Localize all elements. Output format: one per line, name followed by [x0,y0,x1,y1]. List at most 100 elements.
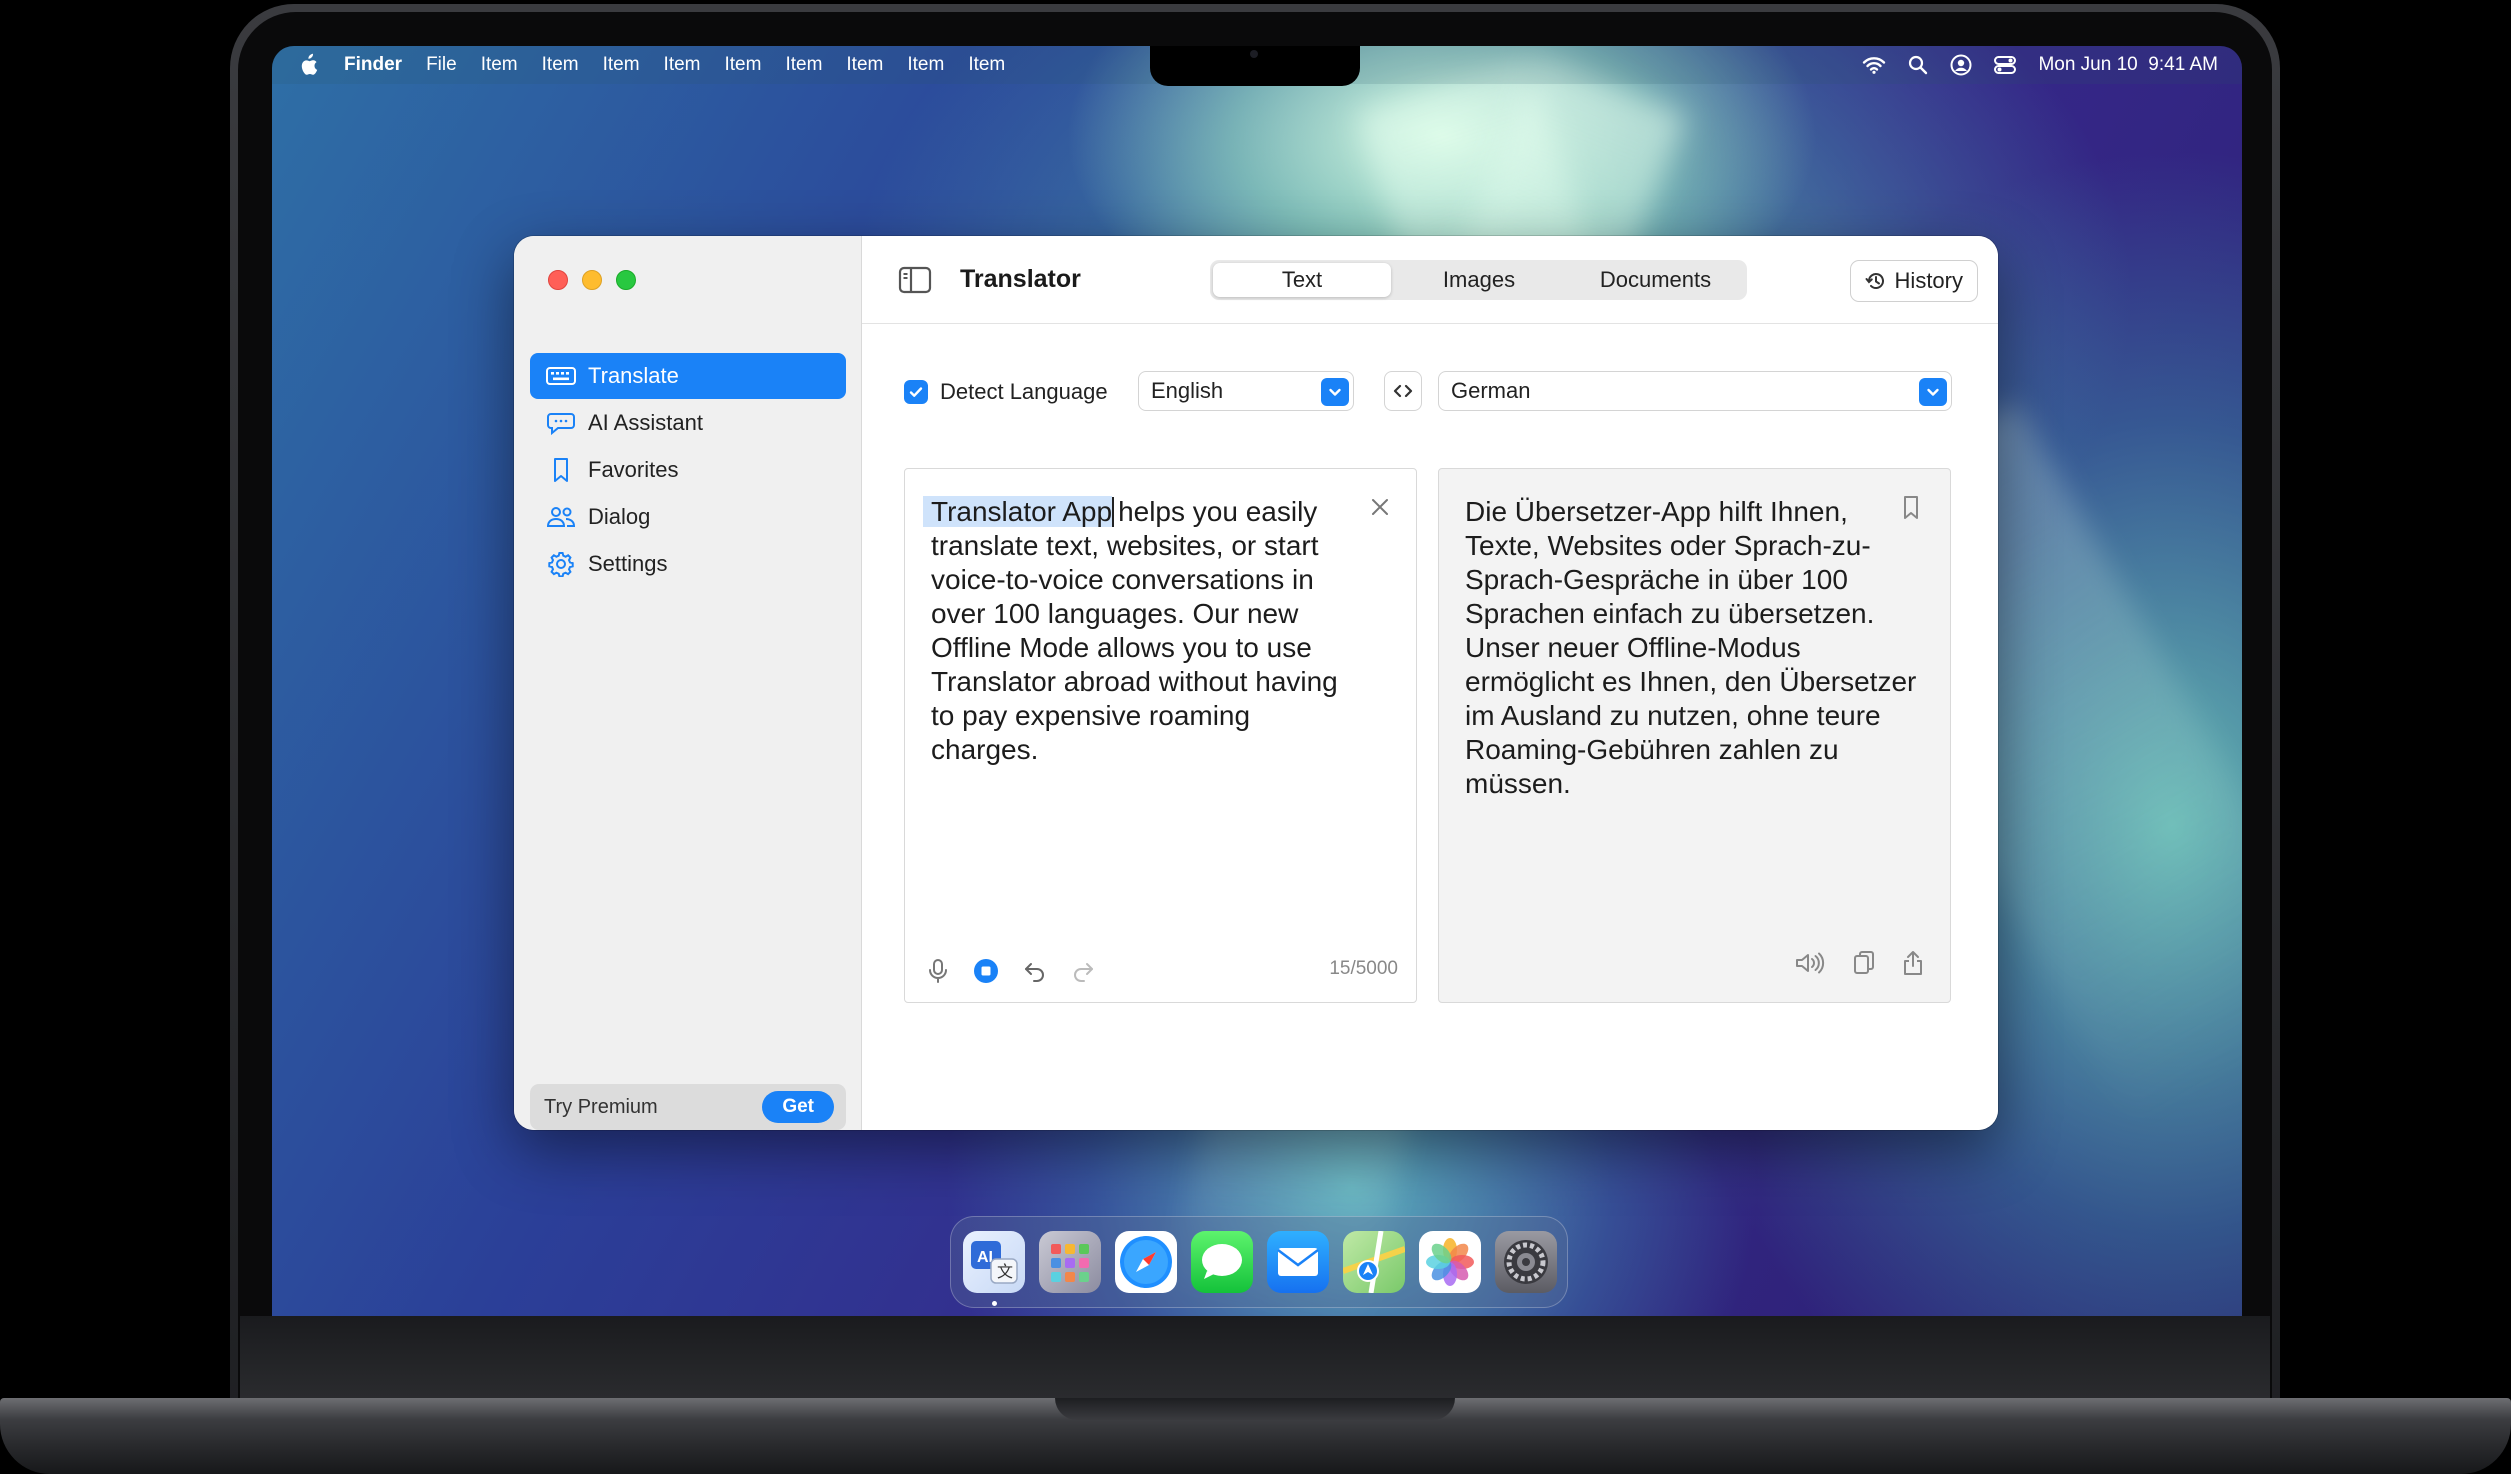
menu-item[interactable]: Item [846,54,883,76]
sidebar-item-label: Favorites [588,457,679,482]
apple-logo-icon[interactable] [298,53,318,77]
menu-item[interactable]: Item [664,54,701,76]
people-icon [546,507,576,527]
swap-arrows-icon [1393,384,1413,398]
premium-banner: Try Premium Get [530,1084,846,1130]
menu-app-name[interactable]: Finder [344,54,402,76]
tab-images[interactable]: Images [1391,263,1567,297]
dock: AI 文 [950,1216,1568,1308]
translation-text: Die Übersetzer-App hilft Ihnen, Texte, W… [1465,496,1917,799]
get-premium-button[interactable]: Get [762,1091,834,1123]
menu-item[interactable]: Item [542,54,579,76]
toolbar: Translator Text Images Documents History [862,236,1998,324]
detect-language-checkbox[interactable] [904,380,928,404]
source-text-body: helps you easily translate text, website… [931,496,1338,765]
target-language-value: German [1451,378,1531,403]
wifi-icon[interactable] [1862,56,1886,74]
text-caret [1112,497,1115,527]
sidebar-nav: Translate AI Assistant Favorites Dialog … [530,353,846,588]
translation-tools [1794,950,1924,976]
source-language-select[interactable]: English [1138,371,1354,411]
history-button[interactable]: History [1849,260,1978,302]
sidebar: Translate AI Assistant Favorites Dialog … [514,236,862,1130]
redo-icon[interactable] [1071,960,1095,982]
copy-icon[interactable] [1852,950,1876,976]
selected-text: Translator App [923,496,1113,527]
control-center-icon[interactable] [1994,55,2017,75]
character-count: 15/5000 [1329,958,1398,979]
camera-notch [1150,46,1360,86]
bookmark-icon[interactable] [1902,495,1920,521]
sidebar-item-label: Translate [588,363,679,388]
sidebar-item-translate[interactable]: Translate [530,353,846,399]
sidebar-item-dialog[interactable]: Dialog [530,494,846,540]
sidebar-item-ai-assistant[interactable]: AI Assistant [530,400,846,446]
sidebar-item-label: Dialog [588,504,651,529]
running-indicator [992,1301,997,1306]
laptop-bezel-bottom [240,1316,2270,1398]
minimize-window-button[interactable] [582,270,602,290]
desktop: Finder File Item Item Item Item Item Ite… [272,46,2242,1316]
main-content: Translator Text Images Documents History [862,236,1998,1130]
zoom-window-button[interactable] [616,270,636,290]
detect-language-label: Detect Language [940,379,1108,404]
sidebar-item-label: Settings [588,551,668,576]
launchpad-icon[interactable] [1039,1231,1101,1293]
undo-icon[interactable] [1023,960,1047,982]
messages-icon[interactable] [1191,1231,1253,1293]
source-text-area[interactable]: Translator App helps you easily translate… [923,495,1361,767]
microphone-icon[interactable] [927,958,949,984]
menu-item[interactable]: Item [481,54,518,76]
menu-item[interactable]: Item [725,54,762,76]
translation-panel: Die Übersetzer-App hilft Ihnen, Texte, W… [1438,468,1951,1003]
clear-text-icon[interactable] [1370,497,1390,517]
translator-window: Translate AI Assistant Favorites Dialog … [514,236,1998,1130]
laptop-lip [1055,1398,1455,1420]
tab-documents[interactable]: Documents [1567,263,1744,297]
window-controls [548,270,636,290]
source-language-value: English [1151,378,1224,403]
sidebar-item-settings[interactable]: Settings [530,541,846,587]
svg-text:文: 文 [997,1262,1013,1281]
tab-text[interactable]: Text [1213,263,1391,297]
history-label: History [1894,268,1963,293]
menu-item[interactable]: Item [907,54,944,76]
chat-bubble-icon [547,413,575,435]
mode-tabs: Text Images Documents [1210,260,1747,300]
sidebar-item-favorites[interactable]: Favorites [530,447,846,493]
sidebar-item-label: AI Assistant [588,410,703,435]
maps-icon[interactable] [1341,1230,1407,1294]
gear-icon [548,552,574,577]
safari-icon[interactable] [1115,1231,1177,1293]
user-account-icon[interactable] [1950,54,1972,76]
search-icon[interactable] [1908,55,1928,75]
language-row: Detect Language English German [904,371,1952,413]
close-window-button[interactable] [548,270,568,290]
chevron-down-icon [1919,378,1947,406]
system-settings-icon[interactable] [1495,1231,1557,1293]
window-title: Translator [960,265,1081,293]
source-tools [927,958,1095,984]
premium-label: Try Premium [544,1095,658,1118]
menu-clock[interactable]: Mon Jun 10 9:41 AM [2038,54,2218,76]
bookmark-icon [554,458,568,482]
share-icon[interactable] [1902,950,1924,976]
sidebar-toggle-icon[interactable] [898,266,932,294]
checkmark-icon [909,387,923,397]
menu-item[interactable]: Item [785,54,822,76]
swap-languages-button[interactable] [1384,371,1422,411]
menu-file[interactable]: File [426,54,457,76]
history-clock-icon [1865,273,1884,289]
detect-language-toggle[interactable]: Detect Language [904,379,1108,405]
target-language-select[interactable]: German [1438,371,1952,411]
keyboard-icon [546,367,576,385]
menu-item[interactable]: Item [603,54,640,76]
menu-item[interactable]: Item [968,54,1005,76]
source-text-panel[interactable]: Translator App helps you easily translate… [904,468,1417,1003]
translator-app-icon[interactable]: AI 文 [963,1231,1025,1306]
chevron-down-icon [1321,378,1349,406]
stop-recording-icon[interactable] [973,958,999,984]
speaker-icon[interactable] [1794,951,1826,975]
mail-icon[interactable] [1267,1231,1329,1293]
photos-icon[interactable] [1419,1231,1481,1293]
